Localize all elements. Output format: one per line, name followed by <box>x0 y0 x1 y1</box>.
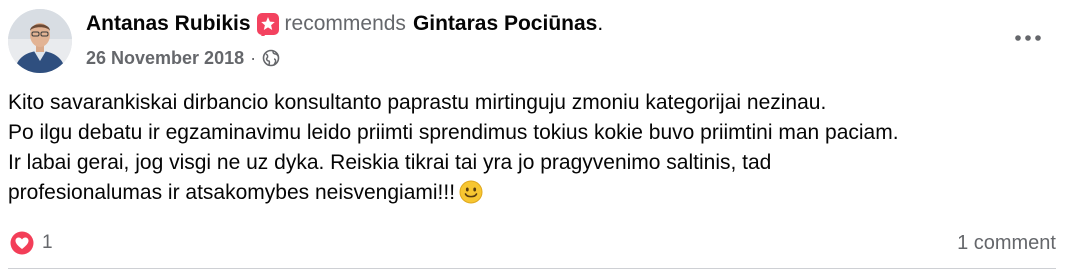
reaction-count: 1 <box>42 232 53 253</box>
author-name[interactable]: Antanas Rubikis <box>86 12 251 36</box>
post-text-line: Kito savarankiskai dirbancio konsultanto… <box>8 91 827 114</box>
post-header: Antanas Rubikis recommends Gintaras Poci… <box>86 8 603 40</box>
recommends-label: recommends <box>284 12 406 35</box>
divider <box>8 268 1056 269</box>
post-text-line: profesionalumas ir atsakomybes neisvengi… <box>8 181 456 204</box>
love-reaction-icon <box>9 230 35 256</box>
reactions-summary[interactable]: 1 <box>8 229 53 257</box>
post-text-line-last: profesionalumas ir atsakomybes neisvengi… <box>8 178 1058 213</box>
star-badge-icon <box>256 12 280 36</box>
post-meta: 26 November 2018 · <box>86 45 280 71</box>
more-options-button[interactable] <box>1008 24 1048 52</box>
recommended-page-name[interactable]: Gintaras Pociūnas <box>413 12 597 36</box>
header-period: . <box>597 12 604 35</box>
meta-separator: · <box>250 47 257 68</box>
smiling-face-icon <box>459 180 483 213</box>
avatar[interactable] <box>8 9 72 73</box>
more-options-icon <box>1015 35 1041 41</box>
post-text-line: Po ilgu debatu ir egzaminavimu leido pri… <box>8 121 899 144</box>
comments-count-link[interactable]: 1 comment <box>957 229 1056 257</box>
avatar-photo <box>8 9 72 73</box>
post-text-line: Ir labai gerai, jog visgi ne uz dyka. Re… <box>8 151 772 174</box>
globe-icon[interactable] <box>262 49 280 67</box>
post-body: Kito savarankiskai dirbancio konsultanto… <box>8 88 1058 213</box>
post-date[interactable]: 26 November 2018 <box>86 48 244 69</box>
